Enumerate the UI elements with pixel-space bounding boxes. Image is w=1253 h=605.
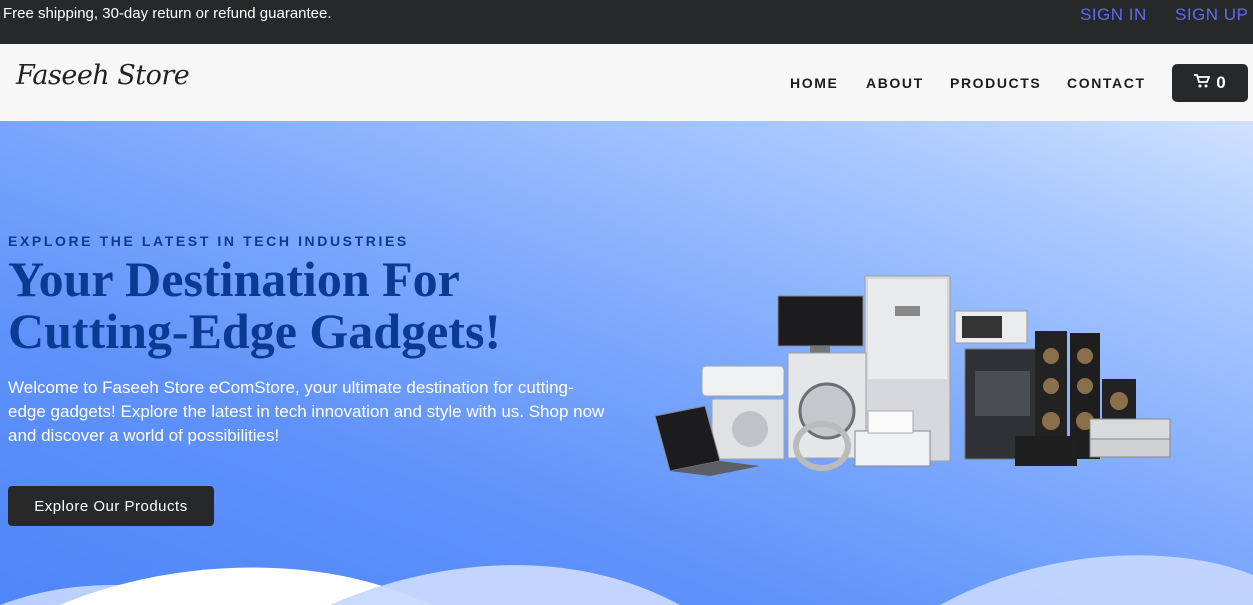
shipping-promo-text: Free shipping, 30-day return or refund g…: [3, 5, 332, 22]
explore-products-button[interactable]: Explore Our Products: [8, 486, 214, 526]
cart-button[interactable]: 0: [1172, 64, 1248, 102]
nav-contact[interactable]: CONTACT: [1067, 75, 1146, 91]
appliances-product-image: [654, 275, 1171, 476]
hero-description: Welcome to Faseeh Store eComStore, your …: [8, 378, 605, 445]
nav-about[interactable]: ABOUT: [866, 75, 924, 91]
store-logo[interactable]: Faseeh Store: [16, 60, 190, 91]
sign-up-link[interactable]: SIGN UP: [1175, 5, 1248, 25]
top-announcement-bar: Free shipping, 30-day return or refund g…: [0, 0, 1253, 44]
hero-headline: Your Destination For Cutting-Edge Gadget…: [8, 251, 502, 359]
decorative-waves: [0, 555, 1253, 605]
main-navbar: Faseeh Store HOME ABOUT PRODUCTS CONTACT…: [0, 44, 1253, 121]
hero-section: EXPLORE THE LATEST IN TECH INDUSTRIES Yo…: [0, 121, 1253, 605]
cart-count: 0: [1216, 73, 1226, 92]
nav-home[interactable]: HOME: [790, 75, 838, 91]
hero-eyebrow: EXPLORE THE LATEST IN TECH INDUSTRIES: [8, 233, 409, 249]
shopping-cart-icon: [1194, 73, 1211, 93]
sign-in-link[interactable]: SIGN IN: [1080, 5, 1147, 25]
nav-products[interactable]: PRODUCTS: [950, 75, 1041, 91]
